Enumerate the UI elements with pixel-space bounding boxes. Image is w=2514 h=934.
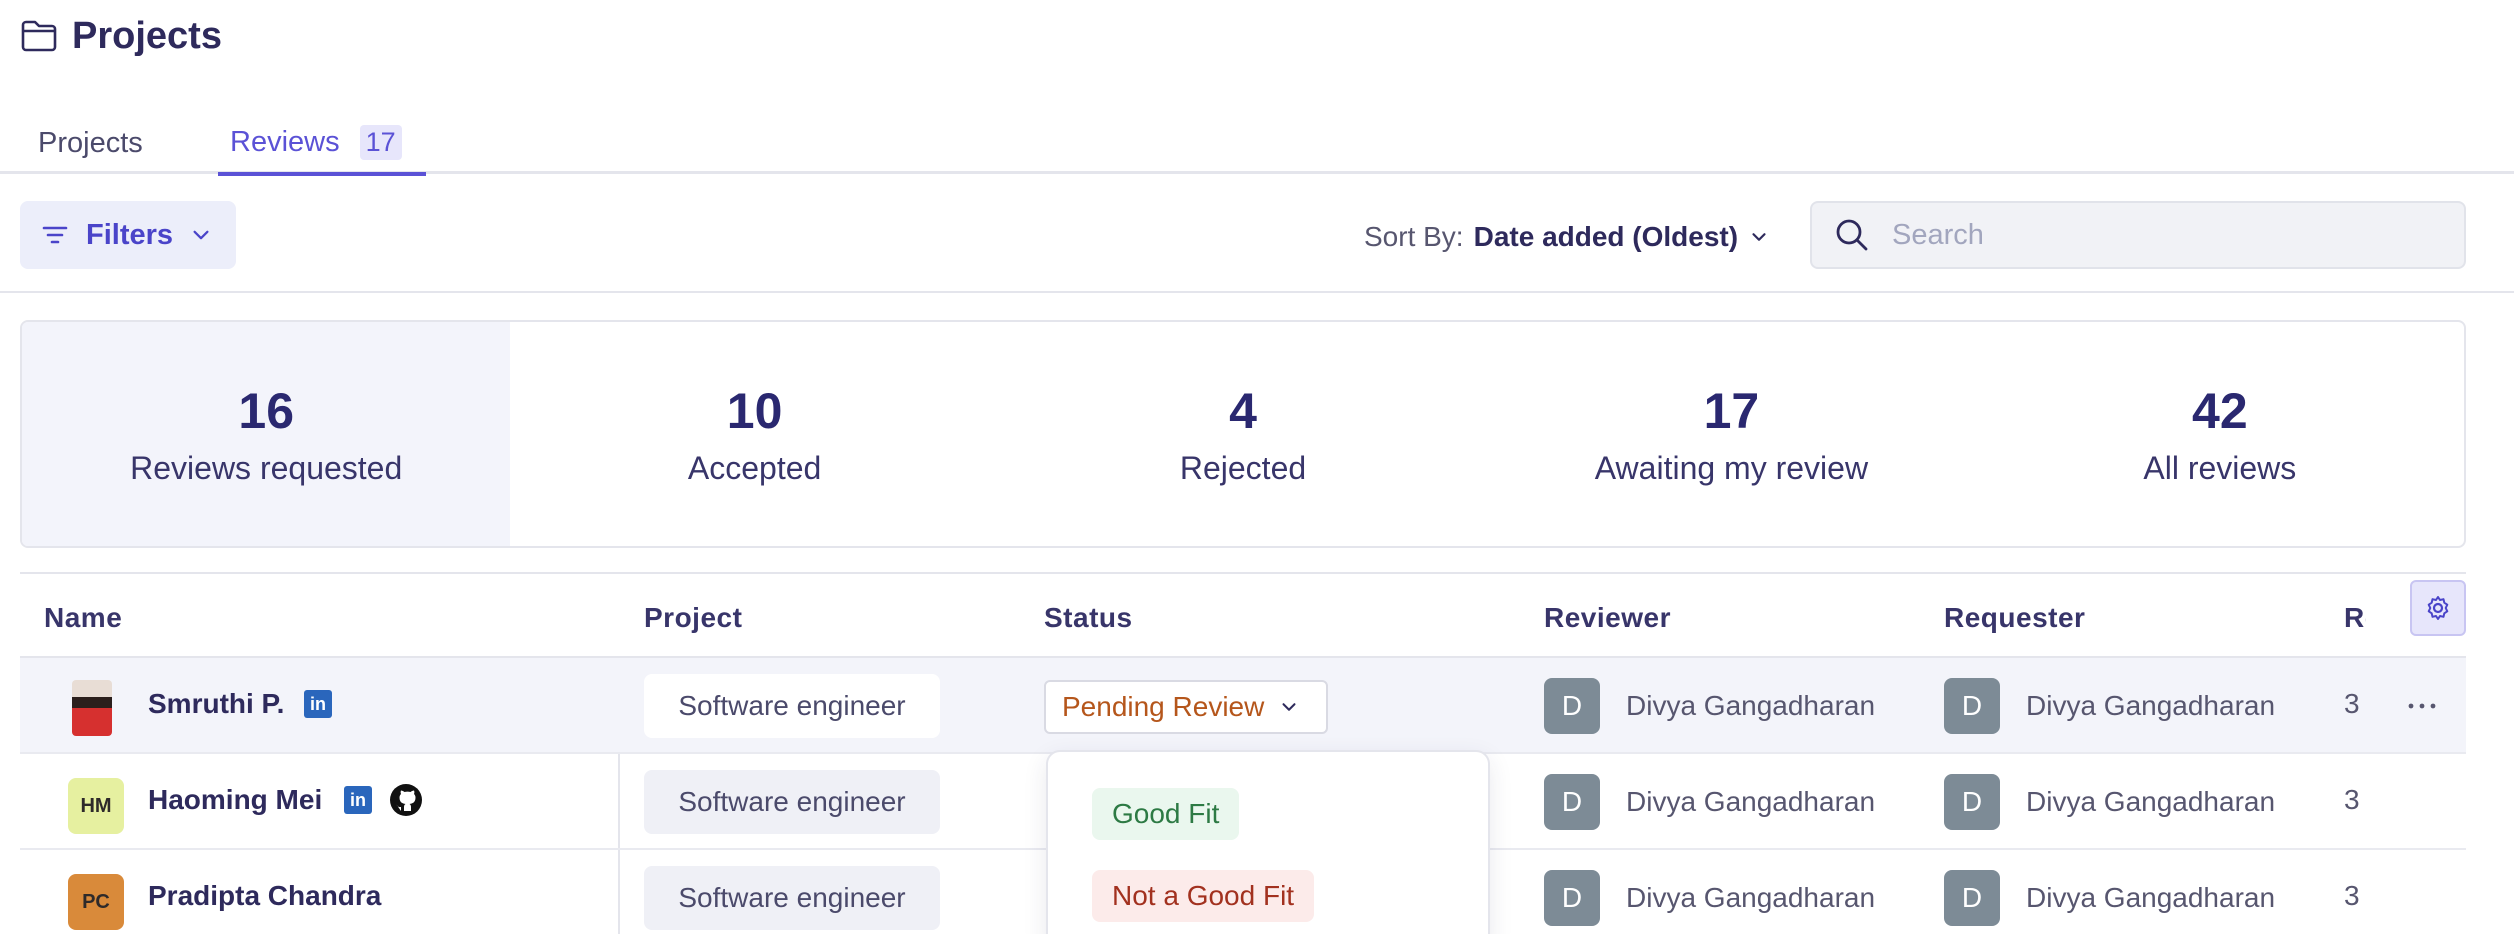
sort-dropdown[interactable]: Sort By: Date added (Oldest) [1364,217,1770,257]
stat-value: 42 [2192,382,2248,439]
search-input[interactable] [1892,218,2432,252]
stat-value: 4 [1229,382,1257,439]
stat-awaiting-my-review[interactable]: 17 Awaiting my review [1487,322,1975,546]
avatar: D [1944,678,2000,734]
filter-icon [42,226,68,244]
count-value: 3 [2344,784,2360,815]
search-box [1810,201,2466,269]
tab-reviews[interactable]: Reviews 17 [218,112,426,176]
status-dropdown[interactable]: Pending Review [1044,680,1328,734]
avatar: PC [68,874,124,930]
status-option-not-good-fit[interactable]: Not a Good Fit [1092,870,1315,922]
avatar: D [1544,774,1600,830]
avatar [72,680,112,736]
chevron-down-icon [193,230,209,240]
table-row[interactable]: Smruthi P. in Software engineer Pending … [20,658,2466,754]
candidate-name[interactable]: Haoming Mei [148,784,322,816]
count-value: 3 [2344,688,2360,719]
linkedin-icon[interactable]: in [344,786,372,814]
option-label: Good Fit [1112,798,1220,829]
column-header-requester[interactable]: Requester [1944,602,2085,634]
tab-projects[interactable]: Projects [38,112,143,174]
tab-bar: Projects Reviews 17 [0,100,2514,176]
avatar: D [1944,774,2000,830]
column-header-name[interactable]: Name [44,602,122,634]
chevron-down-icon [1752,233,1766,241]
reviewer-name: Divya Gangadharan [1626,690,1876,721]
sort-value: Date added (Oldest) [1473,221,1739,252]
reviewer-cell: D Divya Gangadharan [1544,870,1875,926]
tab-label: Reviews [230,125,340,158]
page-title: Projects [72,14,222,57]
folder-icon [21,20,57,52]
avatar: HM [68,778,124,834]
candidate-name[interactable]: Pradipta Chandra [148,880,381,912]
requester-cell: D Divya Gangadharan [1944,774,2275,830]
project-name: Software engineer [678,690,906,721]
reviewer-cell: D Divya Gangadharan [1544,678,1875,734]
stat-label: All reviews [2143,449,2297,486]
stat-label: Awaiting my review [1594,449,1869,486]
stat-label: Reviews requested [130,449,403,486]
stat-label: Accepted [687,449,822,486]
chevron-down-icon [1282,703,1296,711]
reviewer-name: Divya Gangadharan [1626,882,1876,913]
option-label: Not a Good Fit [1112,880,1295,911]
avatar: D [1544,870,1600,926]
column-header-reviewer[interactable]: Reviewer [1544,602,1671,634]
gear-icon [2427,596,2449,620]
project-name: Software engineer [678,786,906,817]
stat-value: 16 [238,382,295,439]
requester-cell: D Divya Gangadharan [1944,678,2275,734]
column-header-project[interactable]: Project [644,602,742,634]
sort-label: Sort By: [1364,221,1464,252]
stat-reviews-requested[interactable]: 16 Reviews requested [22,322,511,546]
status-option-good-fit[interactable]: Good Fit [1092,788,1240,840]
filters-button[interactable]: Filters [20,201,236,269]
requester-cell: D Divya Gangadharan [1944,870,2275,926]
reviews-count-badge: 17 [359,124,402,160]
requester-name: Divya Gangadharan [2026,882,2276,913]
more-options-icon[interactable] [2396,680,2448,732]
page-header: Projects [20,10,222,62]
requester-name: Divya Gangadharan [2026,786,2276,817]
avatar: D [1944,870,2000,926]
stat-all-reviews[interactable]: 42 All reviews [1976,322,2464,546]
review-stats: 16 Reviews requested 10 Accepted 4 Rejec… [20,320,2466,548]
reviewer-name: Divya Gangadharan [1626,786,1876,817]
tab-label: Projects [38,126,143,159]
table-header: Name Project Status Reviewer Requester R… [20,574,2466,658]
count-value: 3 [2344,880,2360,911]
stat-accepted[interactable]: 10 Accepted [510,322,998,546]
project-pill: Software engineer [644,770,940,834]
github-icon[interactable] [388,782,424,818]
stat-value: 17 [1703,382,1760,439]
column-header-truncated[interactable]: Rc [2344,602,2366,634]
status-menu: Good Fit Not a Good Fit [1046,750,1490,934]
avatar: D [1544,678,1600,734]
stat-value: 10 [726,382,783,439]
column-header-status[interactable]: Status [1044,602,1133,634]
candidate-name[interactable]: Smruthi P. [148,688,284,720]
linkedin-icon[interactable]: in [304,690,332,718]
project-pill: Software engineer [644,866,940,930]
table-settings-button[interactable] [2410,580,2466,636]
stat-rejected[interactable]: 4 Rejected [999,322,1487,546]
ellipsis-icon [2408,703,2436,709]
reviewer-cell: D Divya Gangadharan [1544,774,1875,830]
toolbar: Filters Sort By: Date added (Oldest) [0,177,2514,293]
project-name: Software engineer [678,882,906,913]
project-pill: Software engineer [644,674,940,738]
search-icon [1836,219,1868,251]
filters-label: Filters [86,218,174,251]
stat-label: Rejected [1179,449,1307,486]
status-value: Pending Review [1062,691,1265,722]
requester-name: Divya Gangadharan [2026,690,2276,721]
